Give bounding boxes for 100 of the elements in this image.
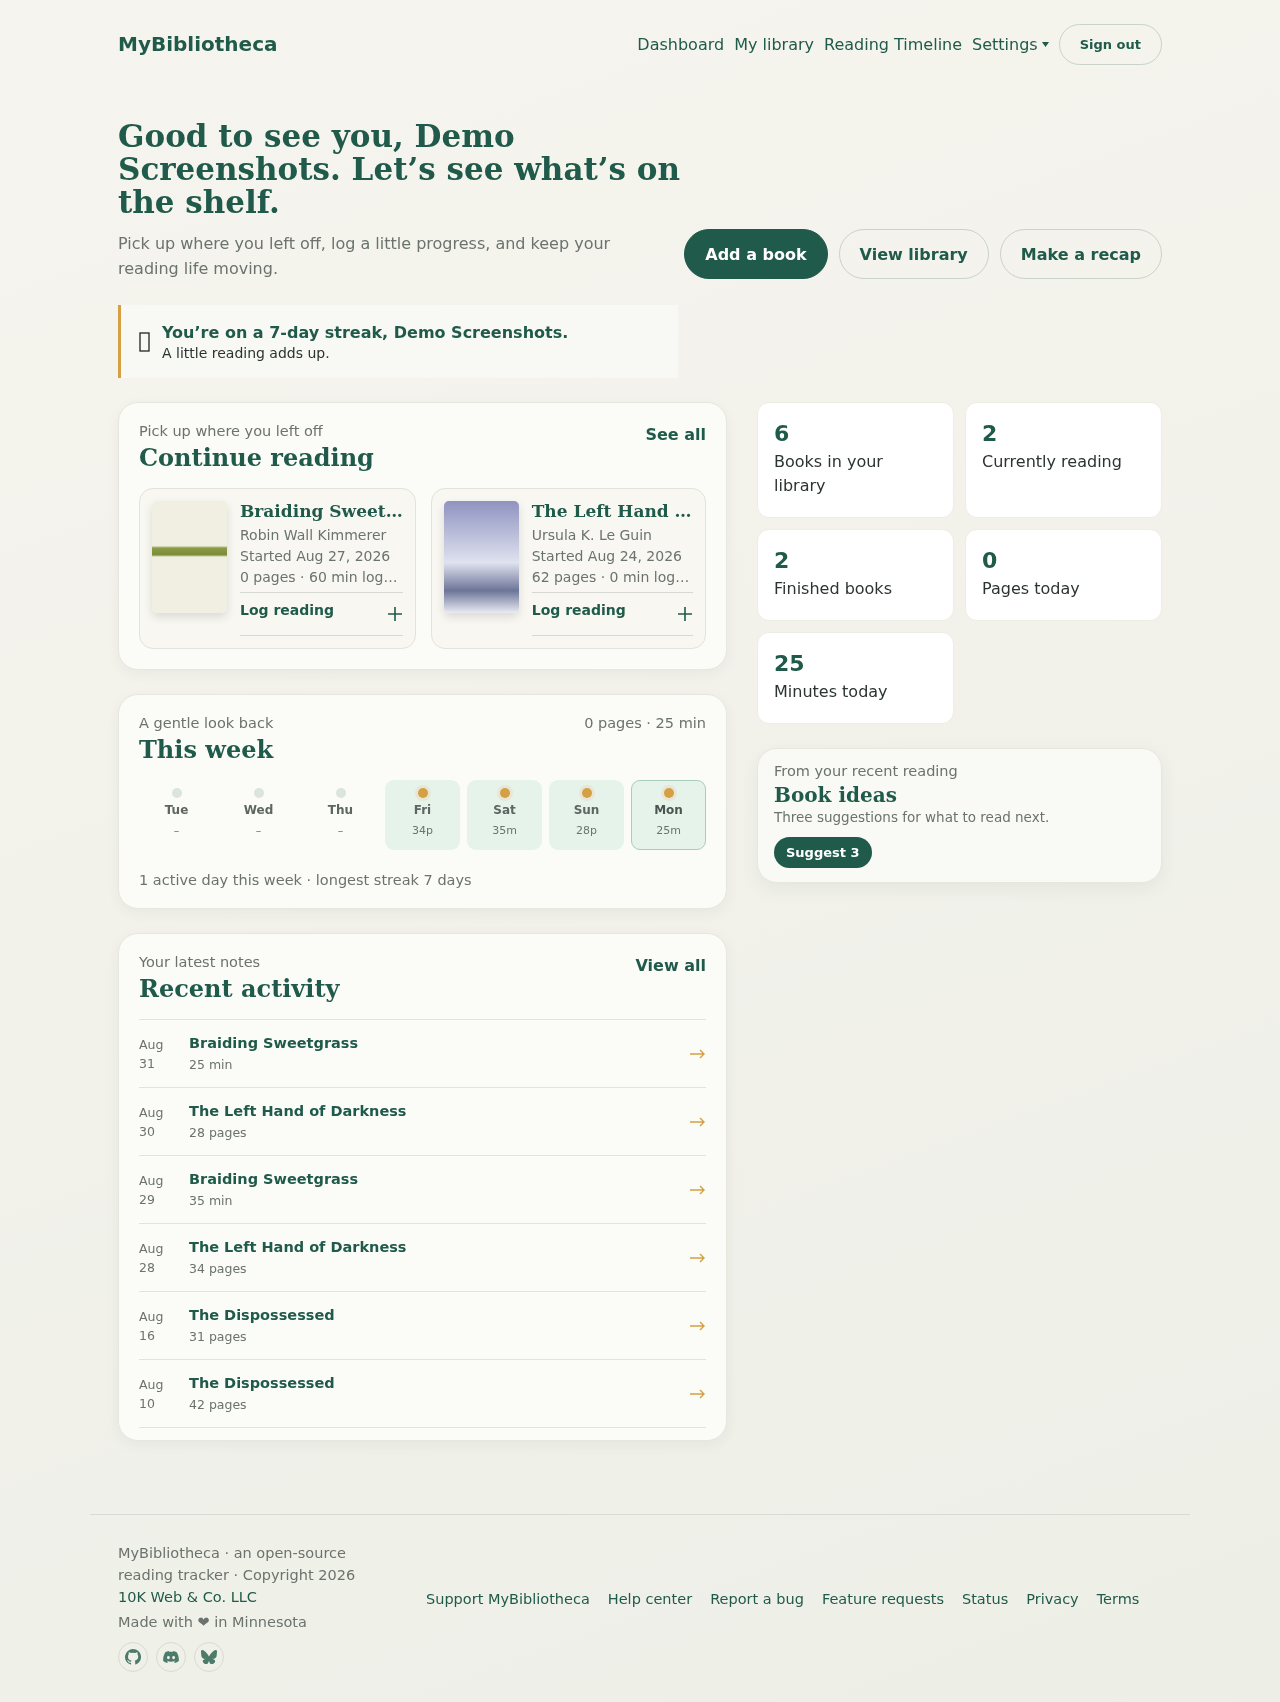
day-label: Tue [164, 803, 189, 817]
nav-link[interactable]: Dashboard [637, 34, 725, 54]
week-footnote: 1 active day this week · longest streak 7 days [139, 872, 473, 888]
activity-day: 28 [139, 1257, 189, 1277]
arrow-right-icon [690, 1048, 706, 1059]
stat-label: Minutes today [774, 681, 889, 703]
stat-value: 2 [774, 548, 791, 573]
action-button[interactable]: Add a book [684, 229, 828, 279]
stat-label: Finished books [774, 578, 893, 600]
stat-value: 0 [982, 548, 999, 573]
footer-link[interactable]: Terms [1096, 1590, 1140, 1607]
arrow-right-icon [690, 1184, 706, 1195]
day-label: Wed [243, 803, 274, 817]
stat-label: Currently reading [982, 451, 1123, 473]
card-title: Continue reading [139, 443, 374, 472]
card-eyebrow: A gentle look back [139, 715, 274, 731]
card-title: This week [139, 735, 274, 764]
day-value: – [255, 824, 262, 837]
see-all-link[interactable]: See all [645, 425, 706, 444]
company-link[interactable]: 10K Web & Co. LLC [118, 1585, 368, 1608]
hero-title: Good to see you, Demo Screenshots. Let’s see what’s on the shelf. [118, 120, 682, 219]
activity-title[interactable]: Braiding Sweetgrass [189, 1171, 690, 1187]
day-label: Sun [573, 803, 600, 817]
day-value: – [337, 824, 344, 837]
activity-day: 10 [139, 1393, 189, 1413]
activity-month: Aug [139, 1239, 165, 1258]
stat-value: 2 [982, 421, 999, 446]
settings-menu[interactable]: Settings [972, 34, 1049, 54]
footer-link[interactable]: Status [962, 1590, 1009, 1607]
footer-link[interactable]: Report a bug [710, 1590, 804, 1607]
log-reading-button[interactable]: Log reading [240, 602, 335, 618]
footer-link[interactable]: Help center [607, 1590, 693, 1607]
footer-link[interactable]: Feature requests [821, 1590, 944, 1607]
activity-day: 30 [139, 1121, 189, 1141]
activity-detail: 34 pages [189, 1261, 248, 1276]
book-stats: 62 pages · 0 min log… [531, 568, 691, 587]
day-label: Sat [493, 803, 516, 817]
card-title: Recent activity [139, 974, 340, 1003]
activity-day: 29 [139, 1189, 189, 1209]
nav-link[interactable]: Reading Timeline [824, 34, 963, 54]
discord-icon [163, 1650, 179, 1663]
day-label: Mon [654, 803, 683, 817]
stat-label: Books in your library [774, 451, 884, 497]
day-label: Fri [413, 803, 432, 817]
activity-month: Aug [139, 1103, 165, 1122]
activity-title[interactable]: The Dispossessed [189, 1307, 690, 1323]
butterfly-icon [201, 1649, 217, 1664]
activity-month: Aug [139, 1035, 165, 1054]
activity-detail: 42 pages [189, 1397, 248, 1412]
book-author: Ursula K. Le Guin [531, 526, 653, 545]
activity-title[interactable]: Braiding Sweetgrass [189, 1035, 690, 1051]
activity-title[interactable]: The Left Hand of Darkness [189, 1103, 690, 1119]
activity-day: 31 [139, 1053, 189, 1073]
activity-detail: 31 pages [189, 1329, 248, 1344]
footer-link[interactable]: Support MyBibliotheca [426, 1590, 590, 1607]
book-stats: 0 pages · 60 min log… [240, 568, 399, 587]
activity-detail: 28 pages [189, 1125, 248, 1140]
book-title[interactable]: Braiding Sweet… [240, 501, 403, 521]
missing-glyph-icon [139, 331, 150, 352]
activity-month: Aug [139, 1171, 165, 1190]
activity-day: 16 [139, 1325, 189, 1345]
card-subtitle: Three suggestions for what to read next. [774, 809, 1051, 825]
arrow-right-icon [690, 1388, 706, 1399]
log-reading-button[interactable]: Log reading [531, 602, 626, 618]
footer-about: MyBibliotheca · an open-source reading tracker · Copyright 2026 [118, 1543, 357, 1585]
footer-link[interactable]: Privacy [1026, 1590, 1079, 1607]
made-with-text: Made with ❤ in Minnesota [118, 1613, 308, 1630]
stat-value: 25 [774, 651, 806, 676]
streak-title: You’re on a 7-day streak, Demo Screenshots. [162, 322, 569, 342]
card-title: Book ideas [774, 783, 898, 807]
arrow-right-icon [690, 1320, 706, 1331]
caret-icon [1041, 41, 1049, 47]
suggest-button[interactable]: Suggest 3 [774, 837, 872, 868]
plus-icon [677, 606, 693, 622]
activity-title[interactable]: The Dispossessed [189, 1375, 690, 1391]
github-icon [125, 1648, 141, 1665]
stat-label: Pages today [982, 578, 1081, 600]
day-value: 34p [412, 824, 433, 837]
activity-detail: 25 min [189, 1057, 234, 1072]
activity-month: Aug [139, 1375, 165, 1394]
book-author: Robin Wall Kimmerer [240, 526, 388, 545]
activity-detail: 35 min [189, 1193, 234, 1208]
stat-value: 6 [774, 421, 791, 446]
activity-month: Aug [139, 1307, 165, 1326]
day-label: Thu [327, 803, 354, 817]
card-eyebrow: Your latest notes [139, 954, 262, 970]
arrow-right-icon [690, 1252, 706, 1263]
plus-icon [386, 606, 403, 622]
activity-title[interactable]: The Left Hand of Darkness [189, 1239, 690, 1255]
day-value: 35m [492, 824, 517, 837]
streak-subtitle: A little reading adds up. [162, 344, 331, 361]
day-value: – [173, 824, 180, 837]
brand-logo[interactable]: MyBibliotheca [118, 32, 278, 56]
day-value: 25m [656, 824, 681, 837]
nav-link[interactable]: My library [734, 34, 814, 54]
day-value: 28p [576, 824, 597, 837]
view-all-link[interactable]: View all [635, 956, 706, 975]
week-summary: 0 pages · 25 min [584, 715, 706, 731]
book-title[interactable]: The Left Hand … [531, 501, 693, 521]
card-eyebrow: Pick up where you left off [139, 423, 324, 439]
